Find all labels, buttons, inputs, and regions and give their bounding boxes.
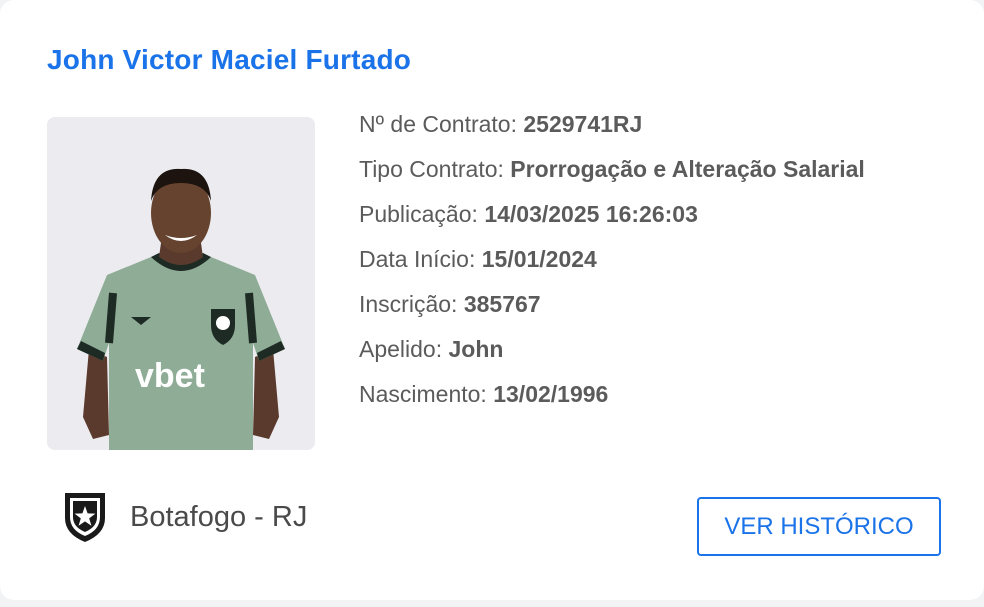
detail-value: 2529741RJ xyxy=(523,111,643,137)
view-history-button[interactable]: VER HISTÓRICO xyxy=(697,497,941,556)
detail-value: 15/01/2024 xyxy=(481,246,597,272)
detail-value: 14/03/2025 16:26:03 xyxy=(484,201,698,227)
detail-label: Tipo Contrato: xyxy=(359,156,504,182)
detail-birth-date: Nascimento: 13/02/1996 xyxy=(359,378,865,423)
detail-value: Prorrogação e Alteração Salarial xyxy=(510,156,865,182)
player-name: John Victor Maciel Furtado xyxy=(47,44,412,75)
detail-label: Publicação: xyxy=(359,201,478,227)
botafogo-crest-icon xyxy=(65,493,105,542)
player-photo: vbet xyxy=(47,117,315,450)
detail-nickname: Apelido: John xyxy=(359,333,865,378)
detail-label: Inscrição: xyxy=(359,291,458,317)
detail-contract-number: Nº de Contrato: 2529741RJ xyxy=(359,108,865,153)
club-info: Botafogo - RJ xyxy=(62,490,307,544)
contract-card: John Victor Maciel Furtado vbet Nº de Co… xyxy=(0,0,984,600)
detail-start-date: Data Início: 15/01/2024 xyxy=(359,243,865,288)
detail-label: Apelido: xyxy=(359,336,443,362)
jersey-sponsor: vbet xyxy=(135,357,205,395)
detail-registration: Inscrição: 385767 xyxy=(359,288,865,333)
detail-label: Data Início: xyxy=(359,246,476,272)
contract-details: Nº de Contrato: 2529741RJ Tipo Contrato:… xyxy=(359,108,865,423)
detail-value: 13/02/1996 xyxy=(493,381,609,407)
detail-contract-type: Tipo Contrato: Prorrogação e Alteração S… xyxy=(359,153,865,198)
detail-value: John xyxy=(448,336,504,362)
detail-label: Nº de Contrato: xyxy=(359,111,517,137)
detail-label: Nascimento: xyxy=(359,381,487,407)
club-name: Botafogo - RJ xyxy=(130,500,308,533)
detail-publication: Publicação: 14/03/2025 16:26:03 xyxy=(359,198,865,243)
detail-value: 385767 xyxy=(463,291,541,317)
